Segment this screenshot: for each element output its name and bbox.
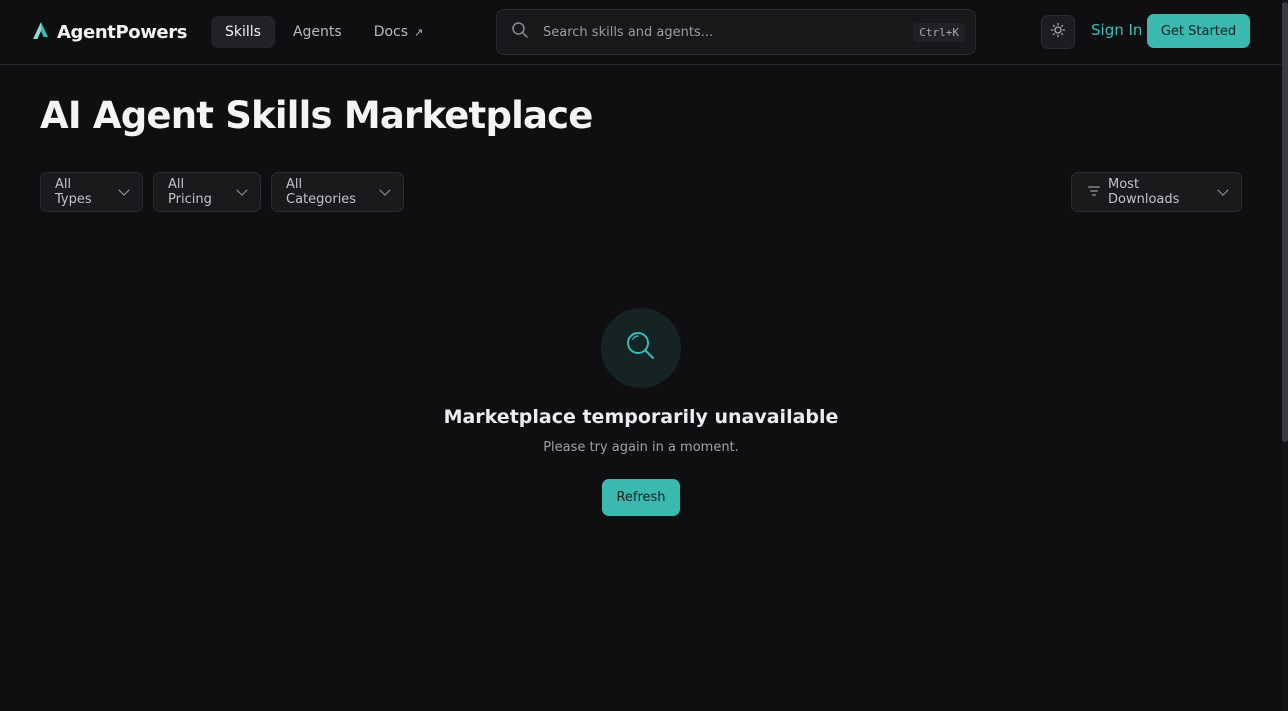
search-icon <box>511 21 529 43</box>
arrow-up-right-icon: ↗ <box>414 25 424 39</box>
sign-in-link[interactable]: Sign In <box>1091 21 1142 39</box>
pricing-filter-dropdown[interactable]: All Pricing <box>153 172 261 212</box>
type-filter-dropdown[interactable]: All Types <box>40 172 143 212</box>
sun-icon <box>1050 22 1066 42</box>
chevron-down-icon <box>1217 184 1229 196</box>
nav-item-label: Agents <box>292 24 342 40</box>
search-input[interactable] <box>541 23 914 41</box>
category-filter-dropdown[interactable]: All Categories <box>271 172 404 212</box>
brand-logo[interactable]: AgentPowers <box>31 20 187 44</box>
refresh-button[interactable]: Refresh <box>602 479 680 516</box>
top-navigation-bar: AgentPowers Skills Agents Docs ↗ Ctrl+K <box>0 0 1288 65</box>
sort-dropdown[interactable]: Most Downloads <box>1071 172 1242 212</box>
pricing-filter-label: All Pricing <box>168 177 212 207</box>
search-icon <box>624 329 658 367</box>
search-bar[interactable]: Ctrl+K <box>496 9 976 55</box>
nav-item-label: Skills <box>225 24 261 40</box>
empty-state-title: Marketplace temporarily unavailable <box>443 406 839 428</box>
nav-item-agents[interactable]: Agents <box>279 16 356 48</box>
nav-item-docs[interactable]: Docs ↗ <box>360 16 438 48</box>
sort-label: Most Downloads <box>1108 177 1180 207</box>
scrollbar-thumb[interactable] <box>1282 2 1288 442</box>
category-filter-label: All Categories <box>286 177 357 207</box>
keyboard-shortcut-hint: Ctrl+K <box>913 22 965 42</box>
page-title: AI Agent Skills Marketplace <box>40 94 593 137</box>
nav-item-skills[interactable]: Skills <box>211 16 275 48</box>
chevron-down-icon <box>118 184 130 196</box>
theme-toggle-button[interactable] <box>1041 15 1075 49</box>
get-started-button[interactable]: Get Started <box>1147 14 1250 48</box>
agentpowers-logo-icon <box>31 20 51 44</box>
chevron-down-icon <box>379 184 391 196</box>
empty-state-message: Please try again in a moment. <box>543 440 739 455</box>
main-nav: Skills Agents Docs ↗ <box>211 16 437 48</box>
sort-lines-icon <box>1088 185 1100 200</box>
empty-state-icon-circle <box>601 308 681 388</box>
brand-name: AgentPowers <box>57 21 188 43</box>
type-filter-label: All Types <box>55 177 92 207</box>
nav-item-label: Docs <box>373 24 409 40</box>
chevron-down-icon <box>236 184 248 196</box>
